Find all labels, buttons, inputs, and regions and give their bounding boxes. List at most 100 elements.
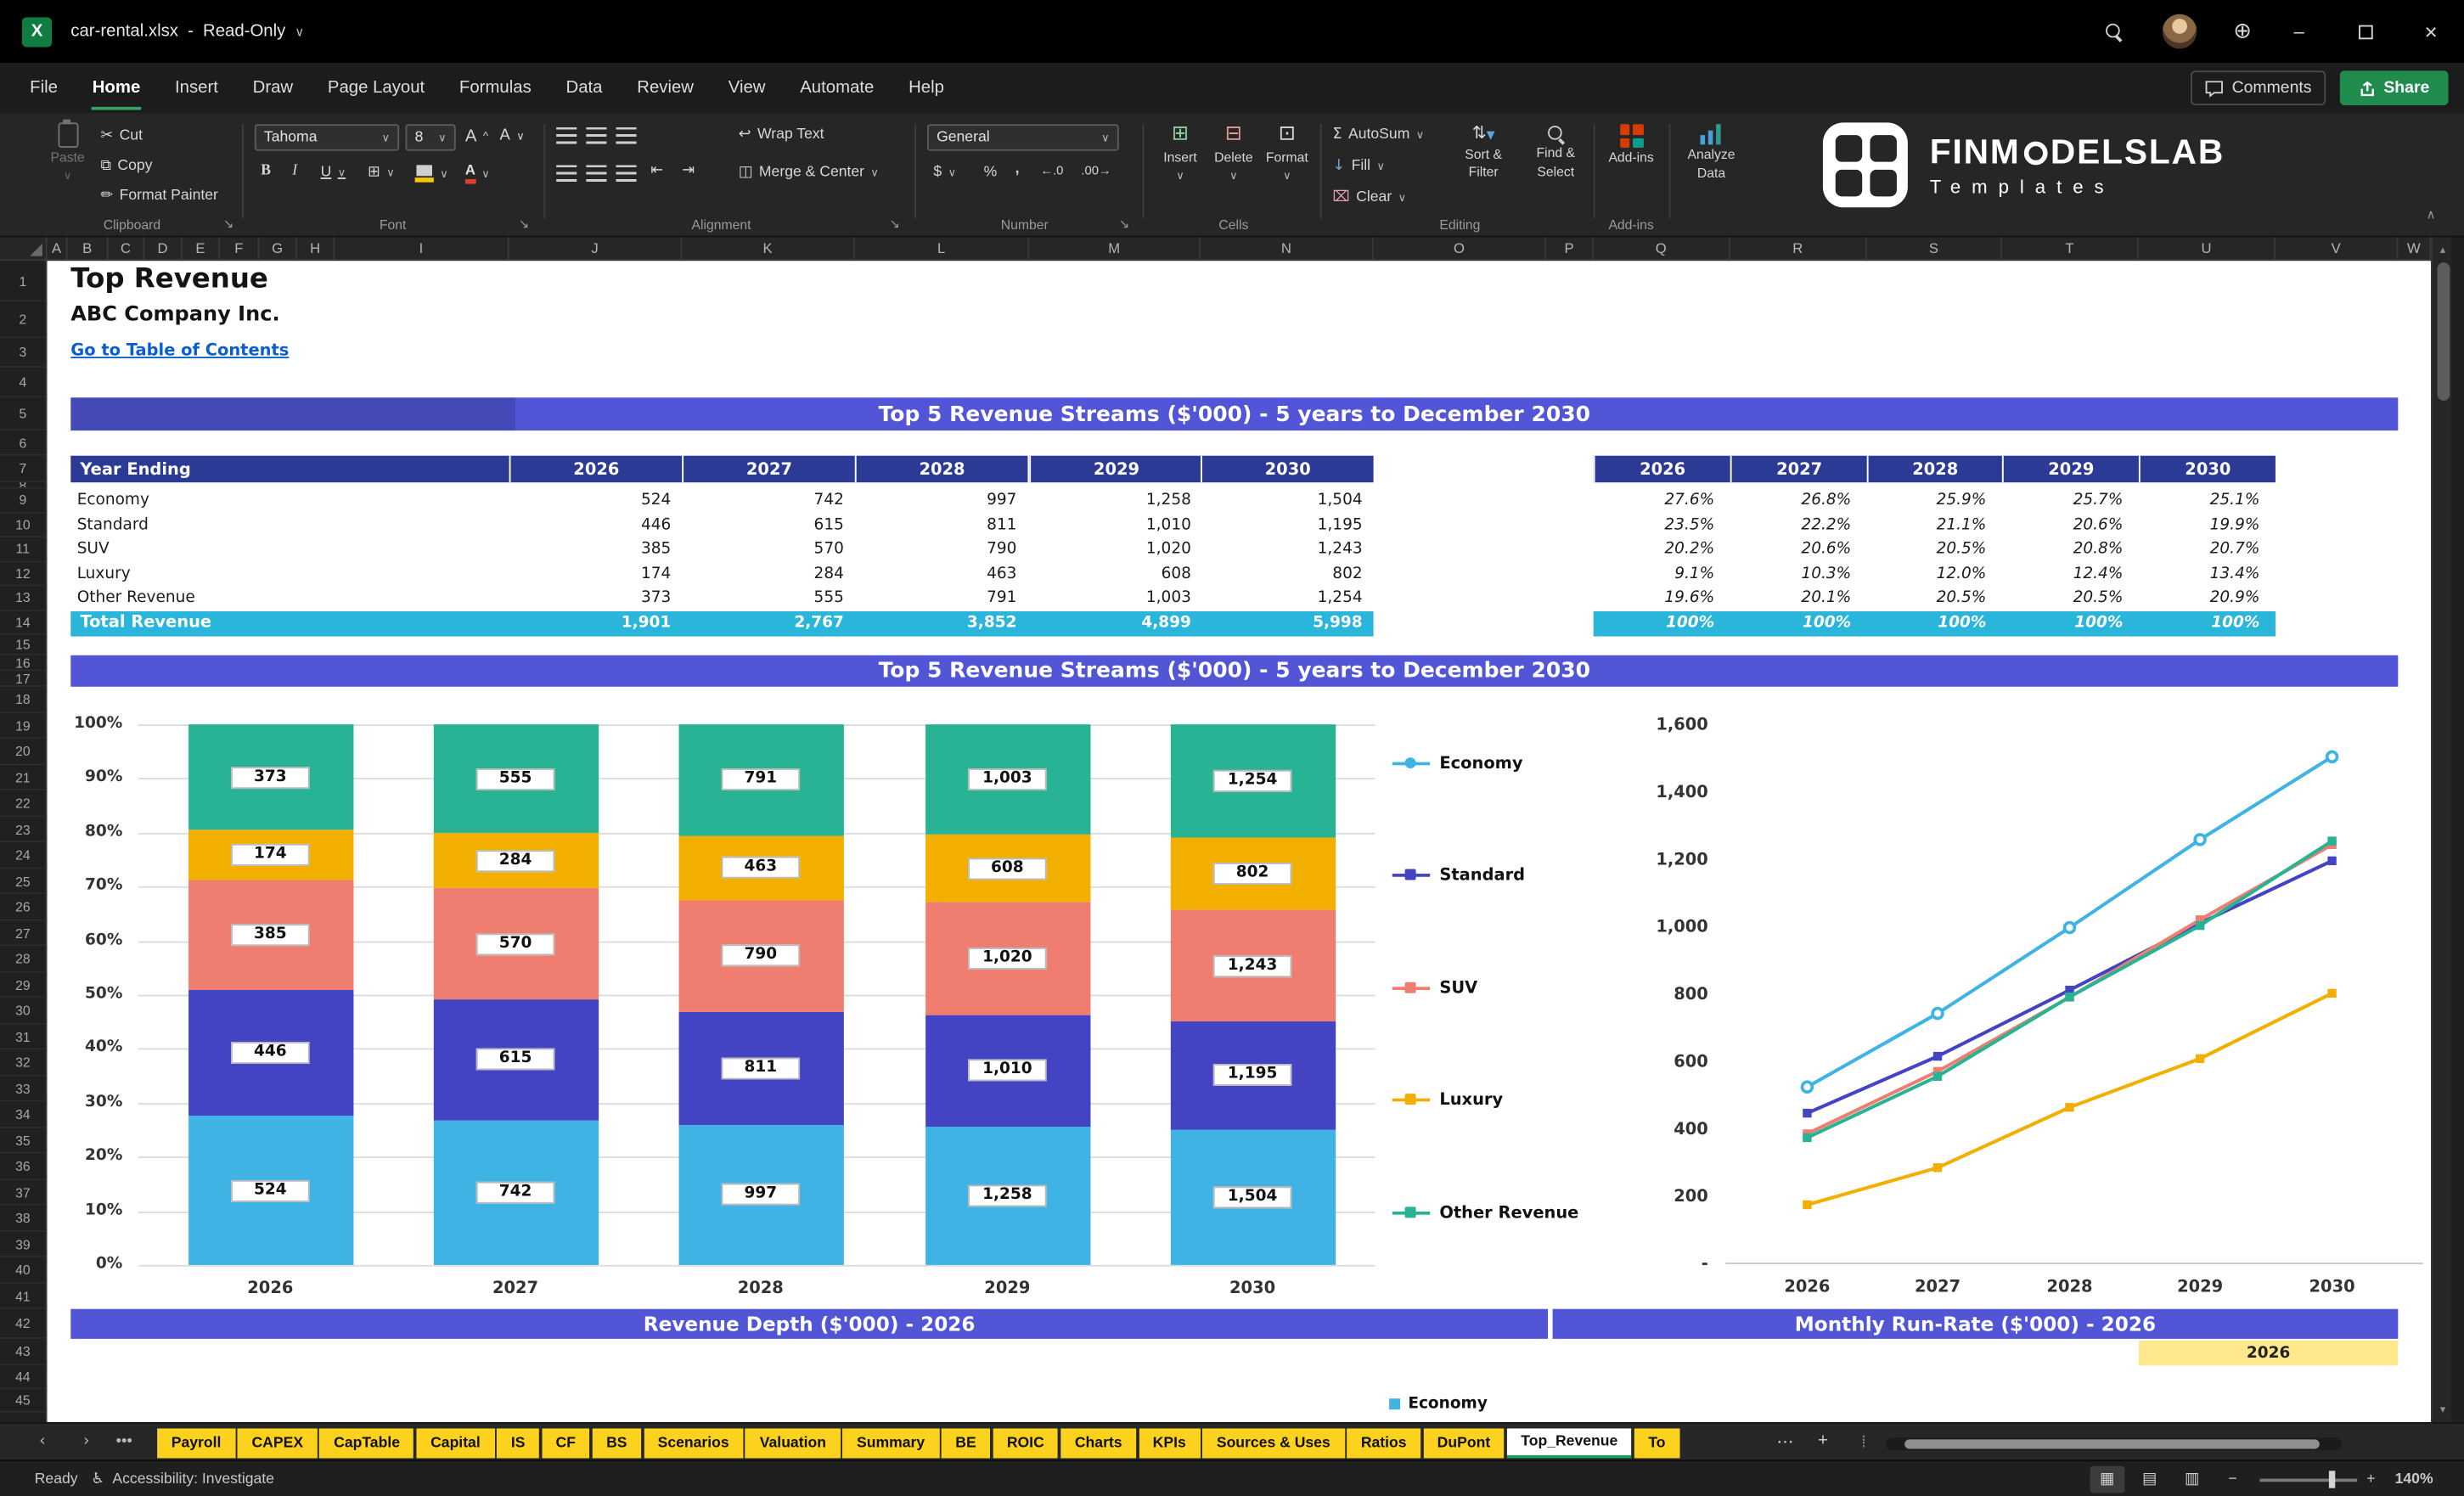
total-pct-2027[interactable]: 100% [1730,611,1867,636]
cell-luxury-2027[interactable]: 284 [682,562,855,587]
cell-luxury-2026[interactable]: 174 [509,562,683,587]
sheet-tab-be[interactable]: BE [942,1428,991,1458]
number-format-select[interactable]: General∨ [927,124,1119,150]
pct-header-year-2030[interactable]: 2030 [2139,456,2276,482]
table-header-year-ending[interactable]: Year Ending [70,456,509,482]
align-left-button[interactable] [556,165,577,181]
pct-luxury-2028[interactable]: 12.0% [1867,562,2002,587]
total-2027[interactable]: 2,767 [682,611,855,636]
menu-tab-file[interactable]: File [13,63,76,113]
cell-suv-2029[interactable]: 1,020 [1029,537,1202,562]
cell-standard-2029[interactable]: 1,010 [1029,513,1202,537]
row-header-3[interactable]: 3 [0,338,46,368]
scroll-up-arrow[interactable]: ▴ [2433,240,2453,259]
menu-tab-formulas[interactable]: Formulas [442,63,549,113]
zoom-in-button[interactable]: + [2366,1461,2375,1496]
decrease-indent-button[interactable]: ⇤ [650,162,663,179]
column-header-F[interactable]: F [220,237,259,261]
row-header-22[interactable]: 22 [0,790,46,817]
find-select-button[interactable]: Find &Select [1522,124,1590,180]
row-header-31[interactable]: 31 [0,1024,46,1050]
decrease-decimal-button[interactable]: ←.0 [1040,163,1063,177]
format-painter-button[interactable]: ✏Format Painter [100,187,217,204]
insert-cells-button[interactable]: ⊞Insert∨ [1155,124,1205,182]
page-layout-view-button[interactable]: ▤ [2133,1466,2168,1493]
number-dialog-launcher[interactable]: ↘ [1119,217,1129,231]
row-header-29[interactable]: 29 [0,972,46,998]
cell-suv-2026[interactable]: 385 [509,537,683,562]
menu-tab-home[interactable]: Home [75,63,157,113]
pct-other-revenue-2030[interactable]: 20.9% [2139,586,2276,610]
cell-luxury-2028[interactable]: 463 [855,562,1028,587]
column-header-M[interactable]: M [1029,237,1201,261]
analyze-data-button[interactable]: AnalyzeData [1675,124,1747,182]
total-pct-2030[interactable]: 100% [2139,611,2276,636]
pct-suv-2027[interactable]: 20.6% [1730,537,1867,562]
increase-decimal-button[interactable]: .00→ [1081,163,1111,177]
pct-header-year-2026[interactable]: 2026 [1594,456,1730,482]
sheet-tab-capital[interactable]: Capital [416,1428,494,1458]
row-header-26[interactable]: 26 [0,894,46,920]
cell-other-revenue-2027[interactable]: 555 [682,586,855,610]
row-header-45[interactable]: 45 [0,1389,46,1413]
minimize-button[interactable]: – [2270,0,2329,63]
row-header-36[interactable]: 36 [0,1153,46,1179]
sheet-tab-payroll[interactable]: Payroll [157,1428,235,1458]
cell-luxury-2030[interactable]: 802 [1201,562,1374,587]
row-header-13[interactable]: 13 [0,586,46,610]
column-header-S[interactable]: S [1867,237,2002,261]
total-2026[interactable]: 1,901 [509,611,683,636]
row-header-25[interactable]: 25 [0,869,46,895]
menu-tab-page-layout[interactable]: Page Layout [311,63,442,113]
horizontal-scrollbar[interactable] [1886,1437,2342,1450]
line-chart[interactable]: -2004006008001,0001,2001,4001,6002026202… [1618,709,2431,1309]
select-all-corner[interactable] [0,237,48,261]
horizontal-scroll-thumb[interactable] [1904,1439,2320,1448]
font-size-select[interactable]: 8∨ [406,124,456,150]
menu-tab-data[interactable]: Data [548,63,620,113]
column-header-C[interactable]: C [109,237,145,261]
fill-button[interactable]: ↓Fill∨ [1332,157,1385,174]
row-header-28[interactable]: 28 [0,946,46,972]
column-header-B[interactable]: B [68,237,109,261]
pct-other-revenue-2027[interactable]: 20.1% [1730,586,1867,610]
pct-economy-2029[interactable]: 25.7% [2002,489,2139,514]
pct-standard-2029[interactable]: 20.6% [2002,513,2139,537]
column-header-G[interactable]: G [259,237,296,261]
scroll-down-arrow[interactable]: ▾ [2433,1400,2453,1419]
row-header-15[interactable]: 15 [0,635,46,655]
pct-suv-2030[interactable]: 20.7% [2139,537,2276,562]
table-header-year-2029[interactable]: 2029 [1029,456,1202,482]
row-header-39[interactable]: 39 [0,1231,46,1257]
sheet-canvas[interactable]: Top Revenue ABC Company Inc. Go to Table… [48,261,2432,1422]
format-cells-button[interactable]: ⊡Format∨ [1262,124,1312,182]
column-header-L[interactable]: L [855,237,1029,261]
tab-splitter[interactable]: ⁞ [1848,1430,1880,1455]
menu-tab-view[interactable]: View [711,63,783,113]
zoom-out-button[interactable]: − [2228,1461,2236,1496]
sheet-tab-captable[interactable]: CapTable [319,1428,413,1458]
align-middle-button[interactable] [586,127,606,143]
column-header-E[interactable]: E [183,237,220,261]
decrease-font-button[interactable]: A∨ [500,127,525,144]
copy-button[interactable]: ⧉Copy [100,157,152,174]
row-header-12[interactable]: 12 [0,562,46,587]
total-2029[interactable]: 4,899 [1029,611,1202,636]
total-label[interactable]: Total Revenue [80,611,425,636]
account-avatar[interactable] [2156,14,2203,49]
pct-other-revenue-2026[interactable]: 19.6% [1594,586,1730,610]
row-label-economy[interactable]: Economy [70,489,509,514]
row-header-23[interactable]: 23 [0,816,46,842]
menu-tab-review[interactable]: Review [620,63,711,113]
cell-other-revenue-2028[interactable]: 791 [855,586,1028,610]
pct-luxury-2027[interactable]: 10.3% [1730,562,1867,587]
pct-other-revenue-2028[interactable]: 20.5% [1867,586,2002,610]
page-break-view-button[interactable]: ▥ [2175,1466,2210,1493]
column-header-V[interactable]: V [2276,237,2398,261]
vertical-scrollbar[interactable]: ▴ ▾ [2431,237,2451,1422]
sheet-tab-is[interactable]: IS [497,1428,539,1458]
column-header-U[interactable]: U [2139,237,2276,261]
cell-standard-2027[interactable]: 615 [682,513,855,537]
row-header-35[interactable]: 35 [0,1128,46,1154]
zoom-level[interactable]: 140% [2395,1461,2433,1496]
